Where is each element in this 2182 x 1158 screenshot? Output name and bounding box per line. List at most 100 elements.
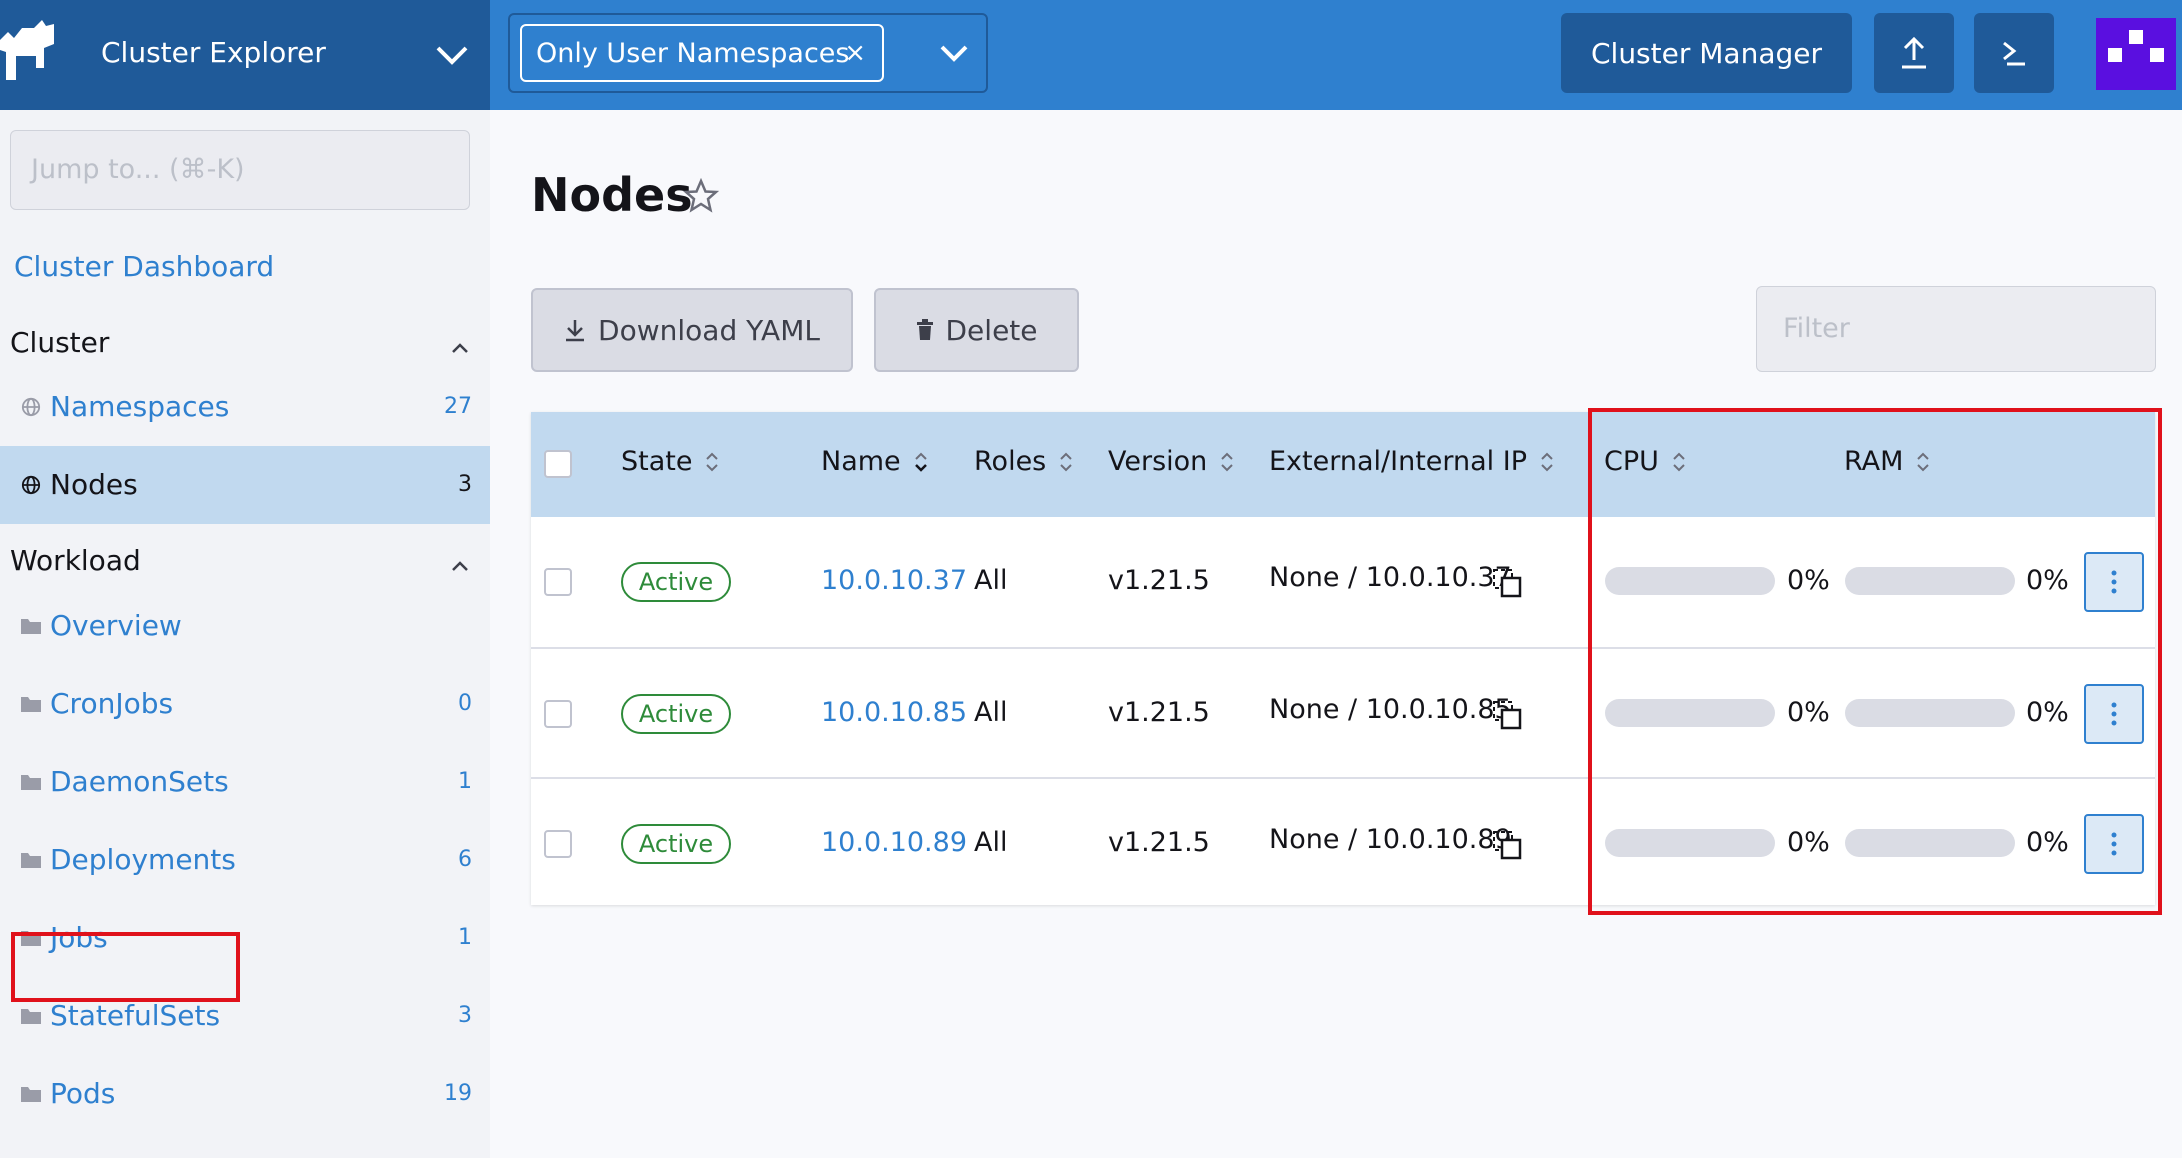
node-ip: None / 10.0.10.89: [1269, 824, 1512, 855]
cluster-switcher[interactable]: Cluster Explorer: [0, 0, 490, 110]
folder-icon: [21, 853, 41, 868]
column-header-roles[interactable]: Roles: [974, 446, 1074, 477]
cluster-dashboard-link[interactable]: Cluster Dashboard: [14, 250, 274, 283]
download-yaml-button[interactable]: Download YAML: [531, 288, 853, 372]
row-checkbox[interactable]: [544, 568, 572, 596]
node-roles: All: [974, 565, 1008, 596]
sidebar-item-label: Nodes: [50, 468, 138, 501]
cluster-manager-button[interactable]: Cluster Manager: [1561, 13, 1852, 93]
folder-icon: [21, 1009, 41, 1024]
sort-icon: [1060, 452, 1072, 471]
group-cluster-header[interactable]: Cluster: [10, 326, 109, 359]
folder-icon: [21, 697, 41, 712]
upload-icon: [1902, 36, 1926, 69]
column-label: External/Internal IP: [1269, 446, 1528, 477]
sort-icon: [914, 452, 927, 472]
copy-icon[interactable]: [1492, 700, 1524, 732]
cpu-ram-highlight-box: [1588, 408, 2162, 915]
column-header-version[interactable]: Version: [1108, 446, 1235, 477]
sidebar-item-namespaces[interactable]: Namespaces 27: [0, 368, 490, 446]
namespace-chip-label: Only User Namespaces: [536, 37, 850, 69]
namespace-chip: Only User Namespaces ×: [520, 24, 884, 82]
top-bar: Cluster Explorer Only User Namespaces × …: [0, 0, 2182, 110]
sidebar-item-count: 27: [444, 394, 472, 419]
sidebar-item-cronjobs[interactable]: CronJobs 0: [0, 665, 490, 743]
column-header-ip[interactable]: External/Internal IP: [1269, 446, 1555, 477]
copy-icon[interactable]: [1492, 568, 1524, 600]
status-badge: Active: [621, 694, 731, 734]
cluster-title: Cluster Explorer: [101, 36, 326, 69]
deployments-highlight-box: [11, 932, 240, 1002]
column-label: Version: [1108, 446, 1208, 477]
sidebar-item-overview[interactable]: Overview: [0, 587, 490, 665]
terminal-icon: [2003, 41, 2025, 66]
chevron-up-icon[interactable]: [449, 340, 471, 356]
sidebar-item-count: 1: [458, 769, 472, 794]
node-ip: None / 10.0.10.85: [1269, 694, 1512, 725]
sidebar-item-count: 19: [444, 1081, 472, 1106]
column-label: State: [621, 446, 693, 477]
folder-icon: [21, 619, 41, 634]
column-header-name[interactable]: Name: [821, 446, 929, 477]
folder-icon: [21, 775, 41, 790]
filter-input[interactable]: Filter: [1756, 286, 2156, 372]
sort-icon: [1541, 452, 1553, 471]
status-badge: Active: [621, 824, 731, 864]
folder-icon: [21, 1087, 41, 1102]
sidebar-item-label: CronJobs: [50, 687, 174, 720]
row-checkbox[interactable]: [544, 700, 572, 728]
delete-label: Delete: [945, 313, 1038, 347]
node-roles: All: [974, 827, 1008, 858]
sidebar-item-pods[interactable]: Pods 19: [0, 1055, 490, 1133]
kubectl-shell-button[interactable]: [1974, 13, 2054, 93]
column-header-state[interactable]: State: [621, 446, 720, 477]
download-icon: [566, 320, 585, 342]
delete-button[interactable]: Delete: [874, 288, 1079, 372]
trash-icon: [916, 319, 933, 340]
sidebar-item-count: 0: [458, 691, 472, 716]
chevron-down-icon[interactable]: [434, 40, 470, 70]
sort-icon: [1221, 452, 1234, 471]
select-all-checkbox[interactable]: [544, 450, 572, 478]
user-avatar[interactable]: [2096, 18, 2176, 90]
row-checkbox[interactable]: [544, 830, 572, 858]
sidebar-item-label: StatefulSets: [50, 999, 221, 1032]
group-workload-header[interactable]: Workload: [10, 544, 141, 577]
import-yaml-button[interactable]: [1874, 13, 1954, 93]
sidebar-item-label: Pods: [50, 1077, 116, 1110]
page-title: Nodes: [531, 168, 693, 222]
sidebar-item-label: Deployments: [50, 843, 236, 876]
node-ip: None / 10.0.10.37: [1269, 562, 1512, 593]
sidebar-item-count: 6: [458, 847, 472, 872]
node-version: v1.21.5: [1108, 565, 1210, 596]
copy-icon[interactable]: [1492, 830, 1524, 862]
node-roles: All: [974, 697, 1008, 728]
rancher-logo-icon: [0, 20, 54, 80]
sidebar-item-count: 1: [458, 925, 472, 950]
jump-to-input[interactable]: Jump to... (⌘-K): [10, 130, 470, 210]
column-label: Roles: [974, 446, 1047, 477]
column-label: Name: [821, 446, 901, 477]
chip-remove-icon[interactable]: ×: [844, 38, 866, 68]
download-yaml-label: Download YAML: [598, 313, 820, 347]
sidebar: Jump to... (⌘-K) Cluster Dashboard Clust…: [0, 110, 490, 1158]
chevron-up-icon[interactable]: [449, 558, 471, 574]
node-name-link[interactable]: 10.0.10.37: [821, 565, 967, 596]
namespace-filter-select[interactable]: Only User Namespaces ×: [508, 13, 988, 93]
sidebar-item-label: DaemonSets: [50, 765, 229, 798]
globe-icon: [21, 475, 41, 495]
status-badge: Active: [621, 562, 731, 602]
star-icon[interactable]: [683, 178, 719, 214]
chevron-down-icon[interactable]: [938, 39, 970, 67]
sidebar-item-label: Overview: [50, 609, 182, 642]
sidebar-item-daemonsets[interactable]: DaemonSets 1: [0, 743, 490, 821]
sidebar-item-nodes[interactable]: Nodes 3: [0, 446, 490, 524]
node-name-link[interactable]: 10.0.10.89: [821, 827, 967, 858]
sidebar-item-deployments[interactable]: Deployments 6: [0, 821, 490, 899]
sidebar-item-count: 3: [458, 1003, 472, 1028]
node-name-link[interactable]: 10.0.10.85: [821, 697, 967, 728]
globe-icon: [21, 397, 41, 417]
node-version: v1.21.5: [1108, 697, 1210, 728]
sort-icon: [706, 452, 719, 471]
node-version: v1.21.5: [1108, 827, 1210, 858]
